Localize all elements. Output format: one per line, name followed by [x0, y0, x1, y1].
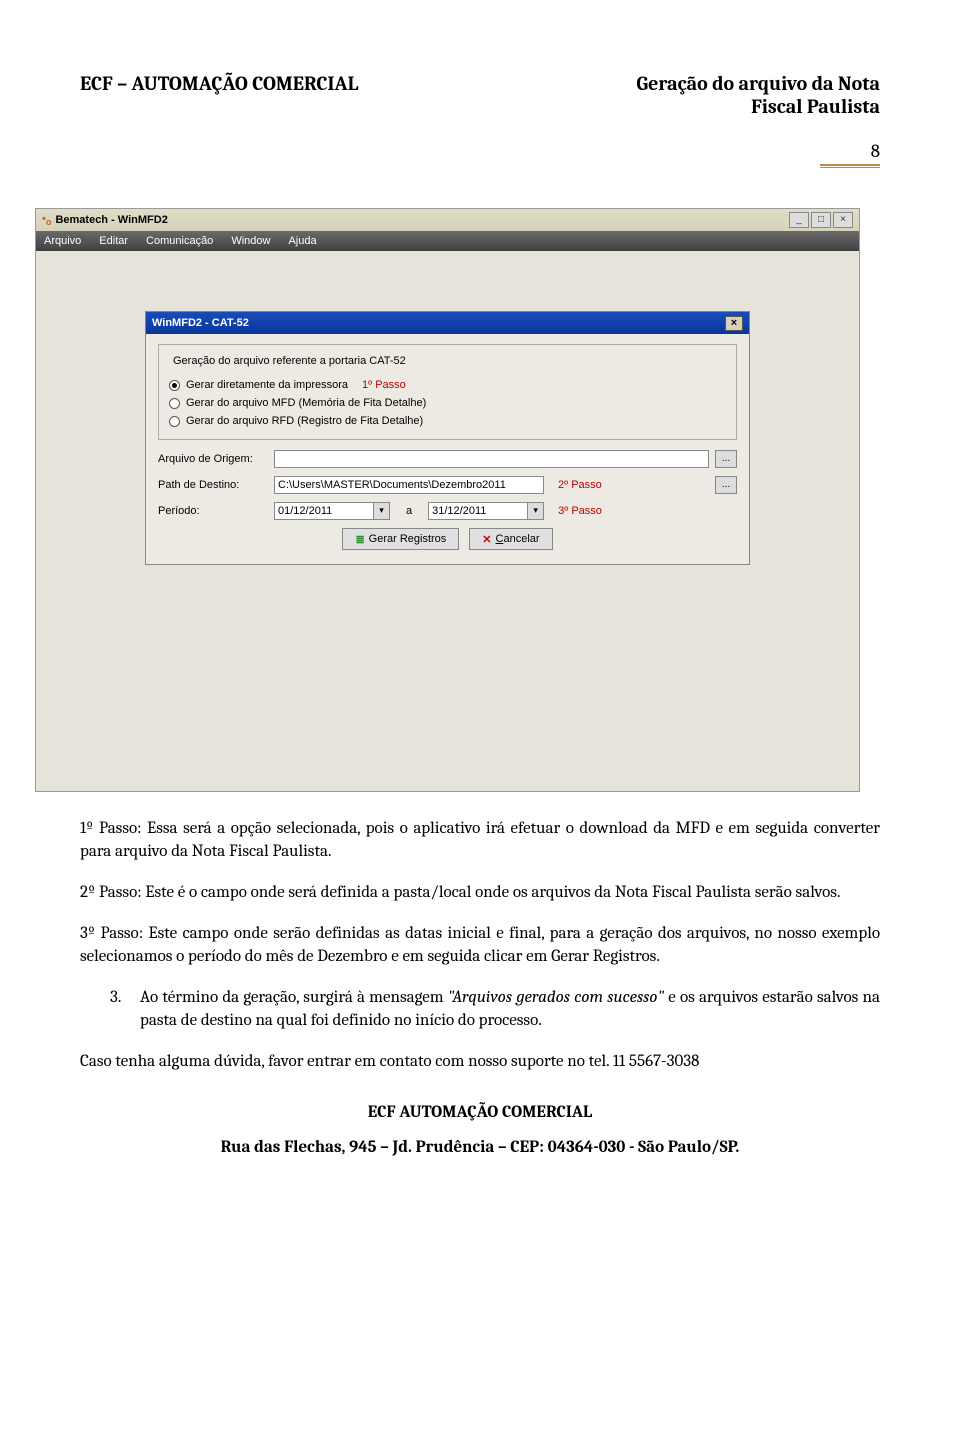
- menu-ajuda[interactable]: Ajuda: [288, 235, 316, 247]
- radio-gerar-rfd[interactable]: [169, 416, 180, 427]
- menu-arquivo[interactable]: Arquivo: [44, 235, 81, 247]
- minimize-button[interactable]: _: [789, 212, 809, 228]
- radio-gerar-diretamente-label: Gerar diretamente da impressora: [186, 379, 348, 391]
- para-passo2: 2º Passo: Este é o campo onde será defin…: [80, 882, 880, 905]
- para-passo1: 1º Passo: Essa será a opção selecionada,…: [80, 818, 880, 864]
- doc-header-right-1: Geração do arquivo da Nota: [636, 72, 880, 95]
- page-number-block: 8: [820, 140, 880, 168]
- dialog-title-text: WinMFD2 - CAT-52: [152, 317, 249, 329]
- center-ecf: ECF AUTOMAÇÃO COMERCIAL: [80, 1102, 880, 1125]
- para-passo3: 3º Passo: Este campo onde serão definida…: [80, 923, 880, 969]
- radio-gerar-mfd-label: Gerar do arquivo MFD (Memória de Fita De…: [186, 397, 426, 409]
- input-data-inicial[interactable]: [274, 502, 374, 520]
- doc-header-right: Geração do arquivo da Nota Fiscal Paulis…: [636, 72, 880, 118]
- menu-editar[interactable]: Editar: [99, 235, 128, 247]
- cancelar-label: Cancelar: [496, 533, 540, 545]
- passo2-label: 2º Passo: [558, 479, 602, 491]
- radio-gerar-mfd[interactable]: [169, 398, 180, 409]
- footer-address: Rua das Flechas, 945 – Jd. Prudência – C…: [80, 1138, 880, 1157]
- input-data-final[interactable]: [428, 502, 528, 520]
- passo1-label: 1º Passo: [362, 379, 406, 391]
- page-number-rule: [820, 164, 880, 168]
- gerar-registros-button[interactable]: ≣ Gerar Registros: [342, 528, 459, 550]
- dialog-close-button[interactable]: ×: [725, 316, 743, 331]
- dropdown-data-final[interactable]: ▾: [528, 502, 544, 520]
- app-titlebar: •o Bematech - WinMFD2 _ □ ×: [36, 209, 859, 231]
- body-text: 1º Passo: Essa será a opção selecionada,…: [80, 818, 880, 1124]
- cat52-dialog: WinMFD2 - CAT-52 × Geração do arquivo re…: [145, 311, 750, 565]
- gerar-registros-label: Gerar Registros: [369, 533, 447, 545]
- list-item-3-text: Ao término da geração, surgirá à mensage…: [140, 987, 880, 1033]
- para-contato: Caso tenha alguma dúvida, favor entrar e…: [80, 1051, 880, 1074]
- cancel-icon: ✕: [482, 533, 491, 546]
- cancelar-button[interactable]: ✕ Cancelar: [469, 528, 552, 550]
- passo3-label: 3º Passo: [558, 505, 602, 517]
- geracao-fieldset: Geração do arquivo referente a portaria …: [158, 344, 737, 440]
- app-client-area: WinMFD2 - CAT-52 × Geração do arquivo re…: [36, 251, 859, 791]
- label-path-destino: Path de Destino:: [158, 479, 268, 491]
- label-periodo: Período:: [158, 505, 268, 517]
- doc-header-right-2: Fiscal Paulista: [636, 95, 880, 118]
- app-window: •o Bematech - WinMFD2 _ □ × Arquivo Edit…: [35, 208, 860, 792]
- label-arquivo-origem: Arquivo de Origem:: [158, 453, 268, 465]
- menu-comunicacao[interactable]: Comunicação: [146, 235, 213, 247]
- menu-window[interactable]: Window: [231, 235, 270, 247]
- app-title: Bematech - WinMFD2: [55, 214, 167, 226]
- browse-destino-button[interactable]: ...: [715, 476, 737, 494]
- dialog-titlebar: WinMFD2 - CAT-52 ×: [146, 312, 749, 334]
- periodo-separator: a: [406, 505, 412, 517]
- input-path-destino[interactable]: [274, 476, 544, 494]
- input-arquivo-origem[interactable]: [274, 450, 709, 468]
- restore-button[interactable]: □: [811, 212, 831, 228]
- list-item-number: 3.: [110, 987, 140, 1033]
- list-icon: ≣: [355, 533, 364, 546]
- app-menubar: Arquivo Editar Comunicação Window Ajuda: [36, 231, 859, 251]
- browse-origem-button[interactable]: ...: [715, 450, 737, 468]
- app-logo-icon: •o: [42, 213, 51, 227]
- radio-gerar-rfd-label: Gerar do arquivo RFD (Registro de Fita D…: [186, 415, 423, 427]
- page-number: 8: [820, 140, 880, 162]
- fieldset-legend: Geração do arquivo referente a portaria …: [169, 355, 410, 367]
- doc-header-left: ECF – AUTOMAÇÃO COMERCIAL: [80, 72, 358, 118]
- close-button[interactable]: ×: [833, 212, 853, 228]
- radio-gerar-diretamente[interactable]: [169, 380, 180, 391]
- dropdown-data-inicial[interactable]: ▾: [374, 502, 390, 520]
